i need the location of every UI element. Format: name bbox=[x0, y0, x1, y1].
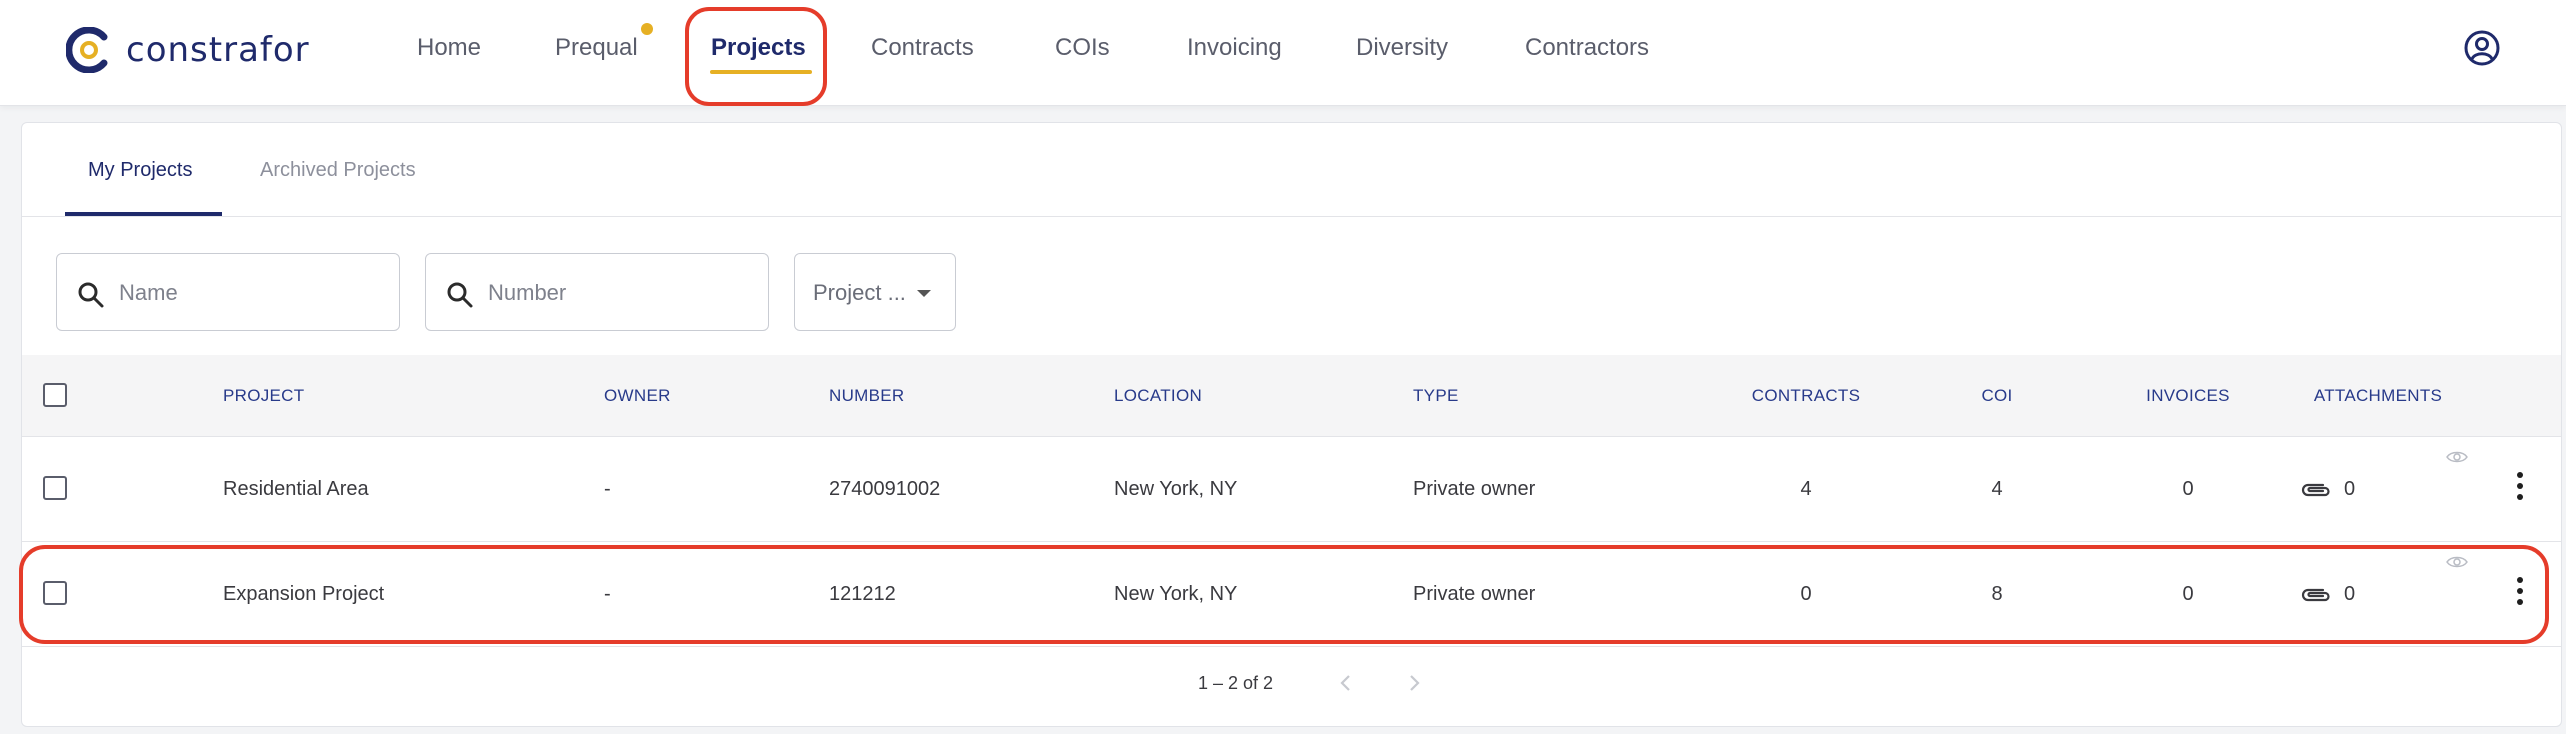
project-type: Private owner bbox=[1413, 478, 1536, 500]
select-all-checkbox[interactable] bbox=[43, 383, 67, 407]
column-header-number[interactable]: NUMBER bbox=[829, 386, 904, 406]
nav-contracts[interactable]: Contracts bbox=[871, 30, 974, 66]
chevron-left-icon[interactable] bbox=[1335, 671, 1357, 695]
user-circle-icon[interactable] bbox=[2464, 30, 2500, 66]
pagination-range: 1 – 2 of 2 bbox=[1198, 673, 1274, 693]
column-header-type[interactable]: TYPE bbox=[1413, 386, 1459, 406]
column-header-project[interactable]: PROJECT bbox=[223, 386, 304, 406]
nav-cois[interactable]: COIs bbox=[1055, 30, 1110, 66]
caret-down-icon bbox=[917, 290, 931, 297]
project-tabs: My Projects Archived Projects bbox=[22, 123, 2561, 217]
name-search-placeholder: Name bbox=[119, 280, 178, 305]
nav-home[interactable]: Home bbox=[417, 30, 481, 66]
top-navigation-bar: constrafor Home Prequal Projects Contrac… bbox=[0, 0, 2566, 106]
table-row[interactable]: Residential Area - 2740091002 New York, … bbox=[22, 438, 2561, 542]
project-location: New York, NY bbox=[1114, 478, 1238, 500]
tab-my-projects[interactable]: My Projects bbox=[88, 157, 192, 183]
column-header-owner[interactable]: OWNER bbox=[604, 386, 671, 406]
nav-contractors[interactable]: Contractors bbox=[1525, 30, 1649, 66]
column-header-contracts[interactable]: CONTRACTS bbox=[1752, 386, 1860, 406]
search-icon bbox=[447, 282, 473, 308]
column-header-coi[interactable]: COI bbox=[1981, 386, 2012, 406]
nav-diversity[interactable]: Diversity bbox=[1356, 30, 1448, 66]
notification-dot bbox=[641, 23, 653, 35]
expansion-project-highlight-outline bbox=[19, 545, 2549, 644]
table-header: PROJECT OWNER NUMBER LOCATION TYPE CONTR… bbox=[22, 355, 2561, 437]
logo-mark-icon bbox=[66, 27, 108, 73]
project-type-select-value: Project ... bbox=[813, 280, 906, 305]
tab-active-indicator bbox=[65, 212, 222, 216]
column-header-location[interactable]: LOCATION bbox=[1114, 386, 1202, 406]
row-checkbox[interactable] bbox=[43, 476, 67, 500]
number-search-field[interactable]: Number bbox=[425, 253, 769, 331]
search-icon bbox=[78, 282, 104, 308]
project-number: 2740091002 bbox=[829, 478, 941, 500]
column-header-attachments[interactable]: ATTACHMENTS bbox=[2314, 386, 2442, 406]
tab-archived-projects[interactable]: Archived Projects bbox=[260, 157, 416, 183]
eye-icon[interactable] bbox=[2446, 450, 2468, 464]
attachments-count: 0 bbox=[2344, 478, 2356, 500]
name-search-field[interactable]: Name bbox=[56, 253, 400, 331]
column-header-invoices[interactable]: INVOICES bbox=[2146, 386, 2230, 406]
coi-count: 4 bbox=[1991, 478, 2003, 500]
paperclip-icon[interactable] bbox=[2299, 480, 2333, 500]
invoices-count: 0 bbox=[2182, 478, 2194, 500]
project-type-select[interactable]: Project ... bbox=[794, 253, 956, 331]
project-name[interactable]: Residential Area bbox=[223, 478, 369, 501]
constrafor-logo[interactable]: constrafor bbox=[66, 22, 310, 78]
more-vert-icon[interactable] bbox=[2515, 472, 2525, 506]
number-search-placeholder: Number bbox=[488, 280, 567, 305]
chevron-right-icon[interactable] bbox=[1403, 671, 1425, 695]
logo-text: constrafor bbox=[126, 30, 310, 70]
projects-highlight-outline bbox=[685, 7, 827, 106]
nav-prequal[interactable]: Prequal bbox=[555, 30, 638, 66]
project-owner: - bbox=[604, 478, 611, 500]
contracts-count: 4 bbox=[1800, 478, 1812, 500]
nav-invoicing[interactable]: Invoicing bbox=[1187, 30, 1282, 66]
